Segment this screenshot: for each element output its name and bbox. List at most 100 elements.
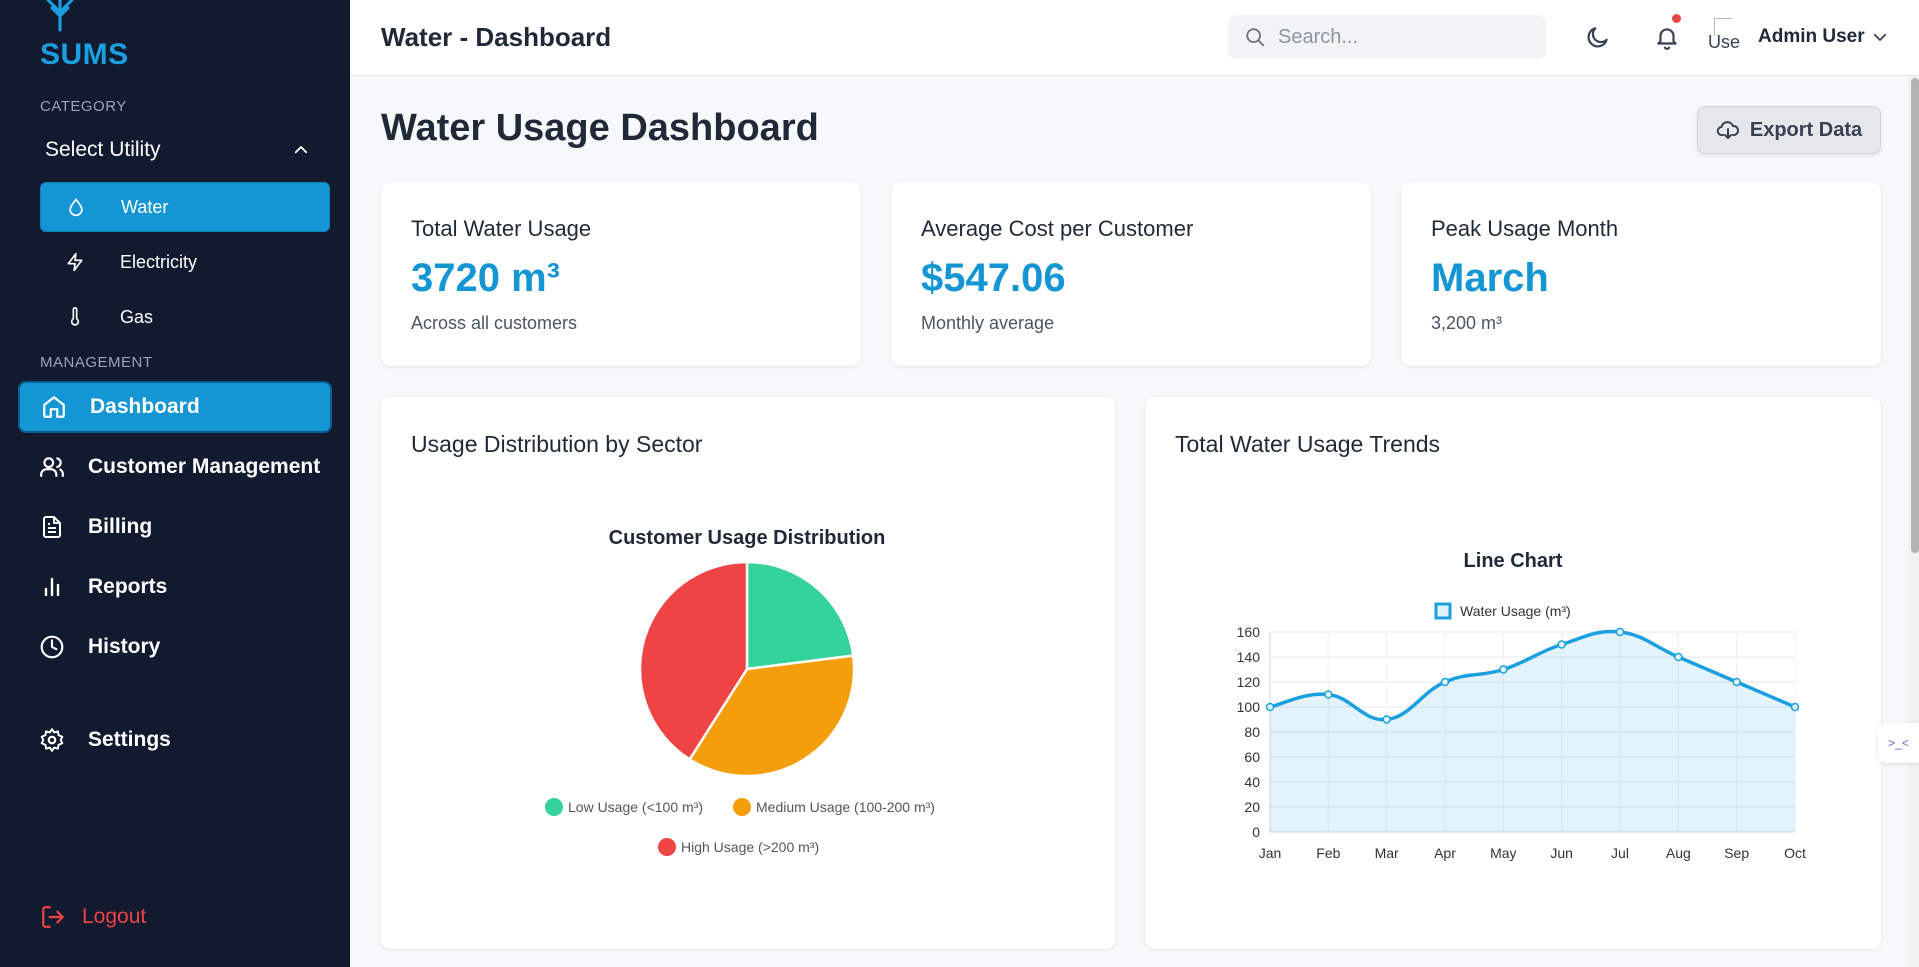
page-title: Water Usage Dashboard — [381, 107, 819, 149]
moon-icon — [1587, 27, 1608, 48]
chevron-up-icon — [294, 146, 308, 154]
stat-subtext: Across all customers — [411, 313, 578, 333]
nav-history[interactable]: History — [18, 621, 332, 673]
sidebar: SUMS CATEGORY Select Utility Water Elect… — [0, 0, 350, 967]
notifications-button[interactable] — [1652, 14, 1682, 52]
stat-value: 3720 m³ — [411, 256, 560, 300]
header-title: Water - Dashboard — [381, 22, 612, 52]
stat-card-peak-month: Peak Usage Month March 3,200 m³ — [1401, 182, 1881, 366]
nav-customer-management[interactable]: Customer Management — [18, 441, 332, 493]
bell-icon — [1657, 28, 1677, 50]
search-icon — [1246, 28, 1265, 47]
nav-billing[interactable]: Billing — [18, 501, 332, 553]
nav-label: Customer Management — [88, 455, 321, 478]
stat-subtext: 3,200 m³ — [1431, 313, 1503, 333]
legend-label: Low Usage (<100 m³) — [568, 799, 703, 815]
select-utility-toggle[interactable]: Select Utility — [40, 134, 310, 166]
stat-value: March — [1431, 256, 1549, 300]
utility-electricity[interactable]: Electricity — [40, 237, 330, 287]
logout-label: Logout — [82, 905, 147, 928]
side-panel-tab[interactable]: >_< — [1878, 723, 1919, 763]
utility-label: Water — [121, 196, 169, 217]
legend-label: Water Usage (m³) — [1460, 603, 1571, 619]
search-box[interactable] — [1228, 15, 1546, 59]
scrollbar-thumb[interactable] — [1911, 78, 1919, 553]
y-tick-label: 40 — [1244, 774, 1260, 790]
logo-icon — [46, 0, 74, 32]
legend-swatch — [658, 838, 676, 856]
cloud-download-icon — [1716, 118, 1740, 142]
y-tick-label: 100 — [1237, 699, 1261, 715]
utility-gas[interactable]: Gas — [40, 292, 330, 342]
y-tick-label: 120 — [1237, 674, 1261, 690]
y-tick-label: 140 — [1237, 649, 1261, 665]
chevron-down-icon[interactable] — [1871, 28, 1889, 46]
stat-card-total-usage: Total Water Usage 3720 m³ Across all cus… — [381, 182, 861, 366]
notification-dot — [1672, 14, 1681, 23]
data-point — [1732, 677, 1741, 687]
users-icon — [38, 454, 66, 480]
legend-label: Medium Usage (100-200 m³) — [756, 799, 935, 815]
data-point — [1382, 715, 1391, 724]
droplet-icon — [61, 196, 91, 218]
management-label: MANAGEMENT — [40, 354, 153, 371]
export-data-button[interactable]: Export Data — [1697, 106, 1881, 154]
top-header: Water - Dashboard Use Admin User — [350, 0, 1919, 76]
bar-chart-icon — [38, 574, 66, 600]
chart-title: Line Chart — [1464, 550, 1563, 572]
y-tick-label: 0 — [1252, 824, 1260, 840]
data-point — [1674, 652, 1683, 662]
nav-label: Dashboard — [90, 395, 200, 418]
utility-label: Electricity — [120, 251, 198, 272]
app-name: SUMS — [40, 38, 129, 71]
data-point — [1440, 677, 1450, 687]
logout-icon — [40, 904, 66, 930]
data-point — [1265, 702, 1275, 712]
line-chart: Line Chart Water Usage (m³) 0 20 40 60 80 100 12… — [1237, 550, 1806, 861]
user-name[interactable]: Admin User — [1758, 26, 1865, 48]
nav-settings[interactable]: Settings — [18, 714, 332, 766]
data-point — [1324, 690, 1333, 699]
zap-icon — [60, 251, 90, 273]
data-point — [1557, 640, 1566, 649]
avatar-alt-text: Use — [1708, 32, 1741, 52]
clock-icon — [38, 634, 66, 660]
nav-dashboard[interactable]: Dashboard — [18, 381, 332, 433]
x-tick-label: Jan — [1259, 845, 1282, 861]
legend-swatch — [733, 798, 751, 816]
stat-label: Peak Usage Month — [1431, 216, 1619, 241]
x-tick-label: Mar — [1375, 845, 1399, 861]
nav-reports[interactable]: Reports — [18, 561, 332, 613]
x-tick-label: Sep — [1724, 845, 1749, 861]
thermometer-icon — [60, 305, 90, 329]
search-input[interactable] — [1278, 25, 1528, 49]
legend-swatch — [1434, 602, 1452, 620]
pie-chart-card: Usage Distribution by Sector Customer Us… — [381, 397, 1115, 949]
x-tick-label: Jul — [1611, 845, 1629, 861]
export-data-label: Export Data — [1749, 118, 1863, 141]
stat-label: Average Cost per Customer — [921, 216, 1194, 241]
x-tick-label: Oct — [1784, 845, 1806, 861]
gear-icon — [38, 727, 66, 753]
avatar[interactable]: Use — [1708, 18, 1746, 58]
y-tick-label: 160 — [1237, 624, 1261, 640]
logout-button[interactable]: Logout — [40, 904, 146, 930]
stat-label: Total Water Usage — [411, 216, 592, 241]
select-utility-label: Select Utility — [45, 138, 161, 161]
pie-slice — [745, 560, 855, 671]
data-point — [1499, 665, 1508, 674]
chart-title: Customer Usage Distribution — [609, 527, 886, 549]
utility-label: Gas — [120, 306, 154, 327]
x-tick-label: May — [1490, 845, 1516, 861]
y-tick-label: 60 — [1244, 749, 1260, 765]
home-icon — [40, 394, 68, 420]
stat-card-average-cost: Average Cost per Customer $547.06 Monthl… — [891, 182, 1371, 366]
theme-toggle-button[interactable] — [1583, 22, 1613, 52]
file-text-icon — [38, 514, 66, 540]
y-tick-label: 80 — [1244, 724, 1260, 740]
utility-water[interactable]: Water — [40, 182, 330, 232]
data-point — [1615, 627, 1625, 637]
stat-subtext: Monthly average — [921, 313, 1055, 333]
stat-value: $547.06 — [921, 256, 1066, 300]
data-point — [1790, 702, 1800, 712]
